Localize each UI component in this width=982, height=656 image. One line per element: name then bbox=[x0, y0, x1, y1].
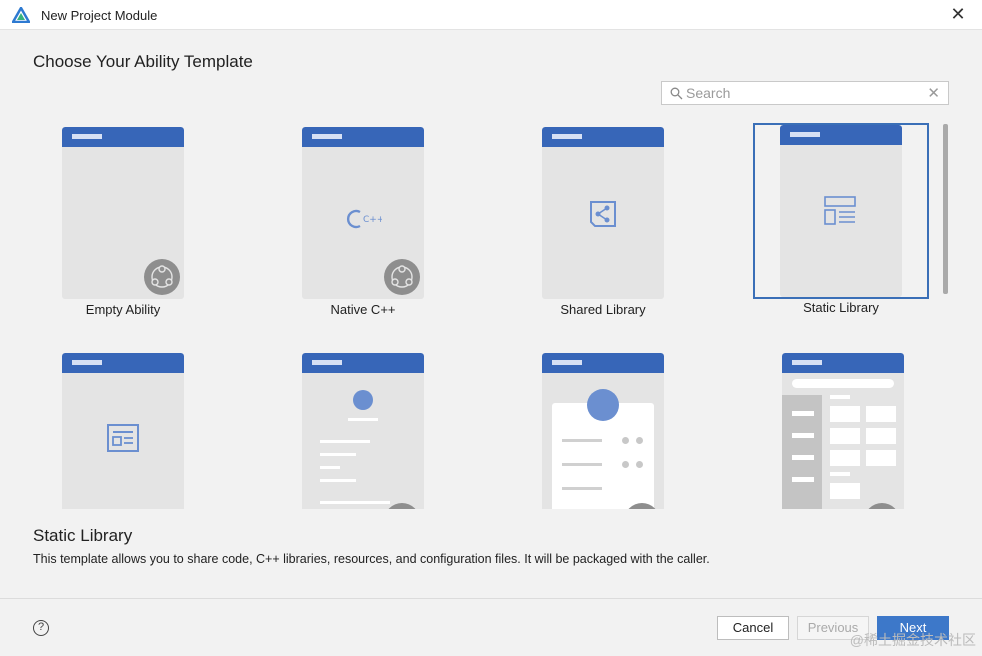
template-preview bbox=[62, 353, 184, 509]
share-icon bbox=[590, 201, 616, 227]
title-bar: New Project Module ✕ bbox=[0, 0, 982, 30]
template-card-6[interactable] bbox=[275, 338, 451, 509]
help-icon[interactable]: ? bbox=[33, 620, 49, 636]
close-icon[interactable]: ✕ bbox=[948, 4, 968, 24]
device-badge-icon bbox=[144, 259, 180, 295]
template-card-8[interactable] bbox=[755, 338, 931, 509]
template-preview: C++ bbox=[302, 127, 424, 299]
static-library-icon bbox=[824, 196, 856, 225]
description-text: This template allows you to share code, … bbox=[33, 552, 710, 566]
template-preview bbox=[780, 125, 902, 297]
device-badge-icon bbox=[384, 259, 420, 295]
search-icon bbox=[670, 87, 683, 100]
template-preview bbox=[62, 127, 184, 299]
template-preview bbox=[542, 353, 664, 509]
mini-search-bar bbox=[792, 379, 894, 388]
search-box[interactable]: ✕ bbox=[661, 81, 949, 105]
template-label: Static Library bbox=[803, 300, 879, 315]
template-grid: Empty Ability C++ Native C++ Shared Libr… bbox=[0, 112, 940, 509]
window-title: New Project Module bbox=[41, 8, 158, 23]
search-input[interactable] bbox=[686, 84, 926, 102]
template-preview bbox=[302, 353, 424, 509]
footer-divider bbox=[0, 598, 982, 599]
template-card-5[interactable] bbox=[35, 338, 211, 509]
template-preview bbox=[542, 127, 664, 299]
phone-badge-icon bbox=[864, 503, 900, 509]
cpp-icon: C++ bbox=[347, 209, 382, 229]
clear-search-icon[interactable]: ✕ bbox=[927, 84, 940, 102]
template-grid-scrollbar[interactable] bbox=[943, 124, 948, 294]
watermark: @稀土掘金技术社区 bbox=[849, 632, 976, 648]
template-card-empty-ability[interactable]: Empty Ability bbox=[35, 112, 211, 317]
template-card-shared-library[interactable]: Shared Library bbox=[515, 112, 691, 317]
cancel-button[interactable]: Cancel bbox=[717, 616, 789, 640]
template-card-native-cpp[interactable]: C++ Native C++ bbox=[275, 112, 451, 317]
description-title: Static Library bbox=[33, 526, 133, 545]
template-label: Empty Ability bbox=[85, 302, 161, 317]
phone-badge-icon bbox=[624, 503, 660, 509]
template-label: Native C++ bbox=[330, 302, 396, 317]
template-card-7[interactable] bbox=[515, 338, 691, 509]
avatar-placeholder-icon bbox=[353, 390, 373, 410]
app-logo-icon bbox=[12, 7, 30, 23]
page-heading: Choose Your Ability Template bbox=[33, 52, 253, 71]
phone-badge-icon bbox=[384, 503, 420, 509]
form-icon bbox=[107, 424, 139, 452]
cpp-icon-text: C++ bbox=[363, 215, 382, 225]
template-preview bbox=[782, 353, 904, 509]
template-label: Shared Library bbox=[560, 302, 646, 317]
avatar-placeholder-icon bbox=[587, 389, 619, 421]
template-card-static-library[interactable]: Static Library bbox=[753, 123, 929, 315]
